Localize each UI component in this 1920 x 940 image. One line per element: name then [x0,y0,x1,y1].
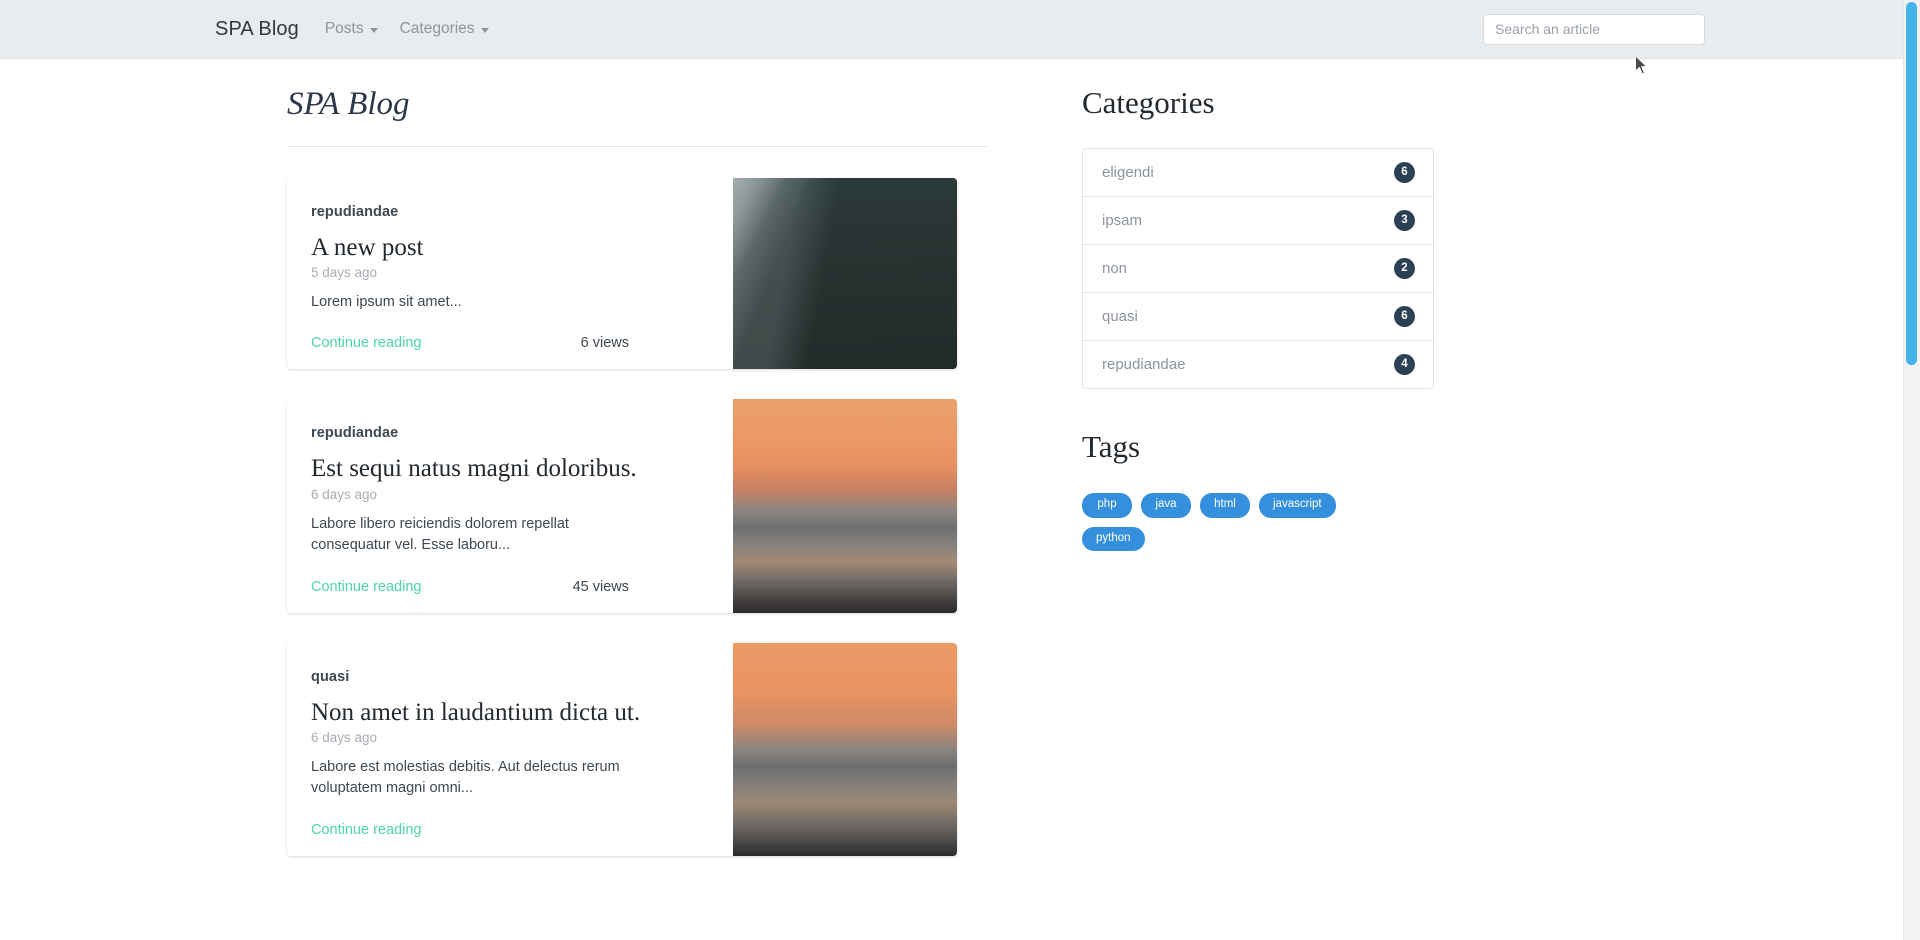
scrollbar-thumb[interactable] [1906,2,1917,365]
navbar-inner: SPA Blog Posts Categories [215,0,1705,58]
category-label: eligendi [1102,163,1154,181]
category-label: repudiandae [1102,355,1186,373]
post-title-link[interactable]: A new post [311,232,709,264]
post-card-body: quasi Non amet in laudantium dicta ut. 6… [287,643,733,856]
nav-item-categories-label: Categories [399,20,475,37]
post-card[interactable]: quasi Non amet in laudantium dicta ut. 6… [287,642,957,856]
post-card[interactable]: repudiandae A new post 5 days ago Lorem … [287,177,957,370]
post-thumbnail-image [733,399,957,613]
tag-html[interactable]: html [1200,493,1250,518]
post-excerpt: Labore libero reiciendis dolorem repella… [311,515,569,554]
search-input[interactable] [1483,13,1705,45]
category-label: quasi [1102,307,1138,325]
post-card-body: repudiandae Est sequi natus magni dolori… [287,399,733,612]
page-title: SPA Blog [287,86,410,122]
category-label: ipsam [1102,211,1143,229]
post-date: 5 days ago [311,265,378,281]
post-thumbnail-image [733,642,957,856]
category-count-badge: 3 [1394,209,1415,231]
post-category-link[interactable]: repudiandae [311,425,398,441]
sidebar-item-non[interactable]: non 2 [1083,244,1433,293]
post-views: 6 views [580,335,629,352]
post-card[interactable]: repudiandae Est sequi natus magni dolori… [287,399,957,613]
sidebar: Categories eligendi 6 ipsam 3 non 2 quas… [1082,85,1437,552]
post-list: repudiandae A new post 5 days ago Lorem … [287,147,1007,856]
continue-reading-link[interactable]: Continue reading [311,822,421,838]
tags-heading: Tags [1082,428,1141,464]
category-label: non [1102,259,1128,277]
post-excerpt: Lorem ipsum sit amet... [311,294,462,311]
tag-python[interactable]: python [1082,526,1145,552]
post-card-footer: Continue reading 6 views [311,329,629,351]
main-content: SPA Blog repudiandae A new post 5 days a… [287,85,1007,886]
tag-php[interactable]: php [1082,493,1132,518]
top-navbar: SPA Blog Posts Categories [0,0,1920,59]
post-category-link[interactable]: quasi [311,669,349,685]
post-views: 45 views [572,578,629,595]
continue-reading-link[interactable]: Continue reading [311,579,421,595]
post-title-link[interactable]: Est sequi natus magni doloribus. [311,453,709,485]
post-category-link[interactable]: repudiandae [311,204,398,220]
category-count-badge: 2 [1394,257,1415,279]
post-card-footer: Continue reading 45 views [311,573,629,595]
categories-heading: Categories [1082,85,1215,120]
categories-list: eligendi 6 ipsam 3 non 2 quasi 6 repudia… [1082,147,1434,389]
sidebar-item-quasi[interactable]: quasi 6 [1083,292,1433,341]
post-card-body: repudiandae A new post 5 days ago Lorem … [287,178,733,370]
post-card-footer: Continue reading [311,816,629,838]
chevron-down-icon [480,27,489,33]
category-count-badge: 4 [1394,353,1415,375]
nav-item-categories[interactable]: Categories [400,20,489,38]
page-container: SPA Blog repudiandae A new post 5 days a… [215,59,1705,886]
category-count-badge: 6 [1394,305,1415,327]
category-count-badge: 6 [1394,161,1415,183]
post-date: 6 days ago [311,730,378,746]
post-title-link[interactable]: Non amet in laudantium dicta ut. [311,697,709,729]
tag-javascript[interactable]: javascript [1259,493,1336,518]
sidebar-item-ipsam[interactable]: ipsam 3 [1083,196,1433,245]
nav-item-posts-label: Posts [324,20,364,37]
tag-java[interactable]: java [1141,493,1191,518]
continue-reading-link[interactable]: Continue reading [311,335,421,351]
search-container [1483,13,1705,45]
nav-item-posts[interactable]: Posts [325,20,378,38]
sidebar-item-eligendi[interactable]: eligendi 6 [1083,148,1433,197]
post-date: 6 days ago [311,486,378,502]
chevron-down-icon [369,27,378,33]
post-excerpt: Labore est molestias debitis. Aut delect… [311,759,620,797]
post-thumbnail-image [733,177,957,370]
brand-link[interactable]: SPA Blog [215,18,299,41]
vertical-scrollbar[interactable] [1903,0,1920,940]
sidebar-item-repudiandae[interactable]: repudiandae 4 [1083,340,1433,388]
tags-list: php java html javascript python [1082,493,1382,552]
